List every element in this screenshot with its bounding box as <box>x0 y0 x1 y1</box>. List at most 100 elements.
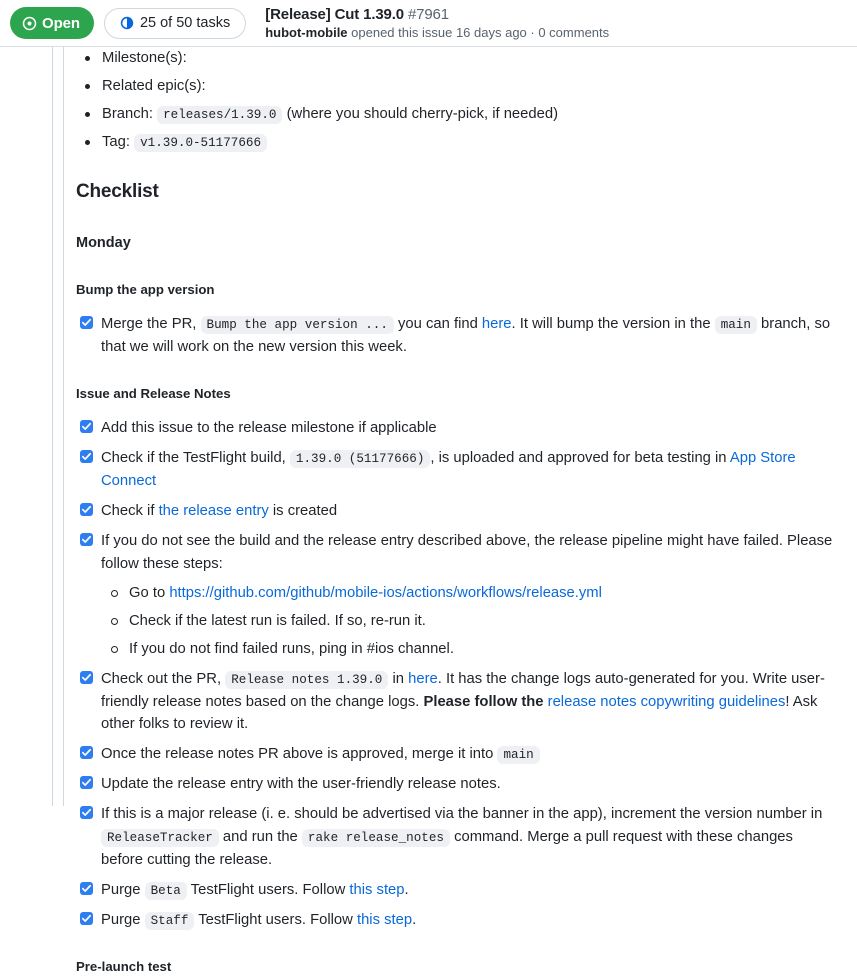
rake-command-code: rake release_notes <box>301 829 450 848</box>
link-here[interactable]: here <box>408 671 438 687</box>
list-item: Check if the latest run is failed. If so… <box>101 610 837 633</box>
bump-pr-code: Bump the app version ... <box>200 316 394 335</box>
checkbox-checked-icon[interactable] <box>80 450 93 464</box>
task-text: . It will bump the version in the <box>511 316 715 333</box>
checkbox-checked-icon[interactable] <box>80 316 93 330</box>
task-text: you can find <box>393 316 482 333</box>
checkbox-checked-icon[interactable] <box>80 911 93 925</box>
task-text: Check if the TestFlight build, <box>101 450 290 467</box>
substep-text: Go to <box>129 584 170 601</box>
task-text: Purge <box>101 911 145 928</box>
issue-header-titles: [Release] Cut 1.39.0 #7961 hubot-mobile … <box>265 5 609 42</box>
task-text: Once the release notes PR above is appro… <box>101 746 498 763</box>
task-text: . <box>412 911 417 928</box>
list-item: Tag: v1.39.0-51177666 <box>76 131 837 154</box>
task-text: Check out the PR, <box>101 670 226 687</box>
issue-title-line: [Release] Cut 1.39.0 #7961 <box>265 5 609 24</box>
list-item-prefix: Milestone(s): <box>102 50 187 66</box>
release-tracker-code: ReleaseTracker <box>101 829 219 848</box>
task-item-merge-bump-pr: Merge the PR, Bump the app version ... y… <box>76 313 837 359</box>
task-text: Purge <box>101 882 145 899</box>
heading-checklist: Checklist <box>76 180 159 202</box>
checkbox-checked-icon[interactable] <box>80 670 93 684</box>
checkbox-checked-icon[interactable] <box>80 533 93 547</box>
task-item-add-milestone: Add this issue to the release milestone … <box>76 417 837 440</box>
task-item-purge-beta-users: Purge Beta TestFlight users. Follow this… <box>76 879 837 902</box>
build-version-code: 1.39.0 (51177666) <box>289 450 431 469</box>
list-item: Go to https://github.com/github/mobile-i… <box>101 582 837 605</box>
task-list-release-notes: Add this issue to the release milestone … <box>76 417 837 932</box>
task-item-checkout-release-notes-pr: Check out the PR, Release notes 1.39.0 i… <box>76 668 837 737</box>
task-text: Update the release entry with the user-f… <box>101 776 501 793</box>
task-item-merge-into-main: Once the release notes PR above is appro… <box>76 743 837 766</box>
status-badge: Open <box>10 7 94 39</box>
link-copywriting-guidelines[interactable]: release notes copywriting guidelines <box>548 694 786 710</box>
task-item-check-release-entry: Check if the release entry is created <box>76 500 837 523</box>
release-notes-pr-code: Release notes 1.39.0 <box>225 670 389 689</box>
pipeline-substeps: Go to https://github.com/github/mobile-i… <box>101 582 837 661</box>
substep-text: Check if the latest run is failed. If so… <box>129 612 426 629</box>
task-text: is created <box>268 503 338 520</box>
link-this-step[interactable]: this step <box>349 882 404 898</box>
staff-code: Staff <box>144 911 195 930</box>
list-item-suffix: (where you should cherry-pick, if needed… <box>282 105 559 122</box>
issue-author[interactable]: hubot-mobile <box>265 25 347 40</box>
link-the-release-entry[interactable]: the release entry <box>159 503 269 519</box>
task-progress-icon <box>120 16 134 30</box>
list-item-prefix: Related epic(s): <box>102 77 206 94</box>
substep-text: If you do not find failed runs, ping in … <box>129 640 454 657</box>
checkbox-checked-icon[interactable] <box>80 776 93 790</box>
task-text: in <box>388 670 409 687</box>
issue-number[interactable]: #7961 <box>408 6 449 23</box>
link-this-step[interactable]: this step <box>357 912 412 928</box>
issue-body-markdown: Milestone(s): Related epic(s): Branch: r… <box>64 47 857 977</box>
list-item: If you do not find failed runs, ping in … <box>101 638 837 661</box>
tasks-progress-pill[interactable]: 25 of 50 tasks <box>103 7 247 39</box>
issue-sticky-header: Open 25 of 50 tasks [Release] Cut 1.39.0… <box>0 0 857 47</box>
checkbox-checked-icon[interactable] <box>80 420 93 434</box>
tasks-progress-label: 25 of 50 tasks <box>139 15 231 31</box>
link-here[interactable]: here <box>482 316 512 332</box>
list-item: Milestone(s): <box>76 47 837 70</box>
task-text: Check if <box>101 503 159 520</box>
task-text: Add this issue to the release milestone … <box>101 420 437 437</box>
task-item-pipeline-failed: If you do not see the build and the rele… <box>76 530 837 661</box>
task-list-bump: Merge the PR, Bump the app version ... y… <box>76 313 837 359</box>
heading-pre-launch-test: Pre-launch test <box>76 958 172 974</box>
task-item-check-testflight: Check if the TestFlight build, 1.39.0 (5… <box>76 447 837 493</box>
task-item-update-release-entry: Update the release entry with the user-f… <box>76 773 837 796</box>
task-text: If you do not see the build and the rele… <box>101 533 833 572</box>
list-item: Branch: releases/1.39.0 (where you shoul… <box>76 103 837 126</box>
main-branch-code: main <box>497 746 540 765</box>
task-text: Merge the PR, <box>101 316 201 333</box>
task-text: If this is a major release (i. e. should… <box>101 806 823 823</box>
task-text: and run the <box>218 829 302 846</box>
heading-monday: Monday <box>76 235 131 252</box>
task-item-major-release: If this is a major release (i. e. should… <box>76 803 837 872</box>
checkbox-checked-icon[interactable] <box>80 746 93 760</box>
issue-meta-text: opened this issue 16 days ago · 0 commen… <box>347 24 610 40</box>
beta-code: Beta <box>144 882 187 901</box>
checkbox-checked-icon[interactable] <box>80 503 93 517</box>
main-branch-code: main <box>714 316 757 335</box>
checkbox-checked-icon[interactable] <box>80 806 93 820</box>
branch-code: releases/1.39.0 <box>157 105 283 124</box>
task-text: . <box>404 882 409 899</box>
tag-code: v1.39.0-51177666 <box>134 133 268 152</box>
status-badge-label: Open <box>42 14 80 32</box>
link-workflow-release-yml[interactable]: https://github.com/github/mobile-ios/act… <box>169 585 602 601</box>
issue-open-icon <box>22 16 37 31</box>
issue-meta-line: hubot-mobile opened this issue 16 days a… <box>265 25 609 42</box>
page-title: [Release] Cut 1.39.0 <box>265 5 404 23</box>
checkbox-checked-icon[interactable] <box>80 882 93 896</box>
list-item: Related epic(s): <box>76 75 837 98</box>
task-text: TestFlight users. Follow <box>194 911 357 928</box>
list-item-prefix: Branch: <box>102 105 158 122</box>
task-item-purge-staff-users: Purge Staff TestFlight users. Follow thi… <box>76 909 837 932</box>
release-meta-list: Milestone(s): Related epic(s): Branch: r… <box>76 47 837 154</box>
heading-bump-app-version: Bump the app version <box>76 281 215 297</box>
issue-body-area: Milestone(s): Related epic(s): Branch: r… <box>0 47 857 974</box>
task-text-bold: Please follow the <box>423 693 548 710</box>
task-text: TestFlight users. Follow <box>186 882 350 899</box>
heading-issue-release-notes: Issue and Release Notes <box>76 385 231 401</box>
